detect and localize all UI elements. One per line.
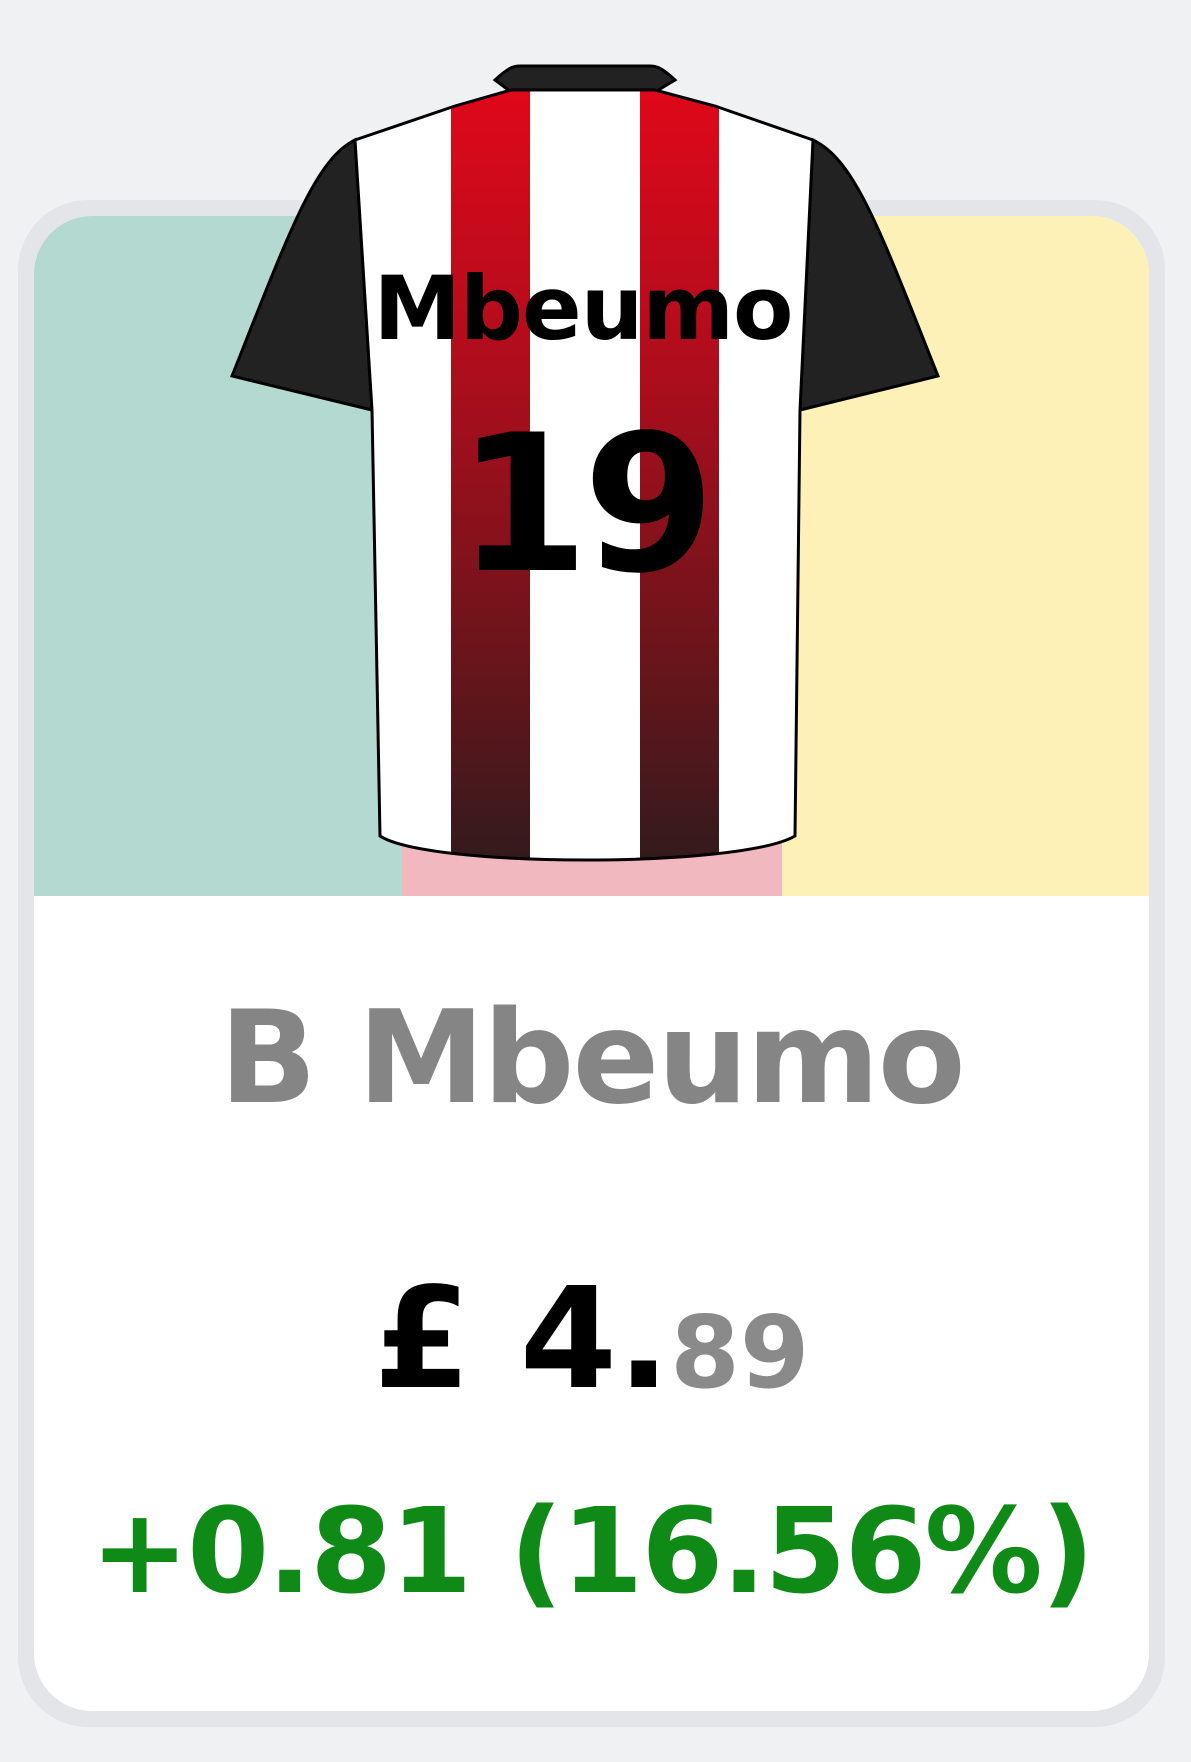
price-change: +0.81 (16.56%)	[90, 1482, 1094, 1620]
jersey-name: Mbeumo	[373, 257, 793, 360]
price-main: £ 4.	[373, 1258, 671, 1421]
price-decimal: 89	[670, 1294, 810, 1411]
collar	[492, 64, 678, 94]
jersey-number: 19	[456, 394, 715, 615]
player-price: £ 4.89	[34, 1270, 1149, 1410]
player-name: B Mbeumo	[219, 984, 965, 1133]
